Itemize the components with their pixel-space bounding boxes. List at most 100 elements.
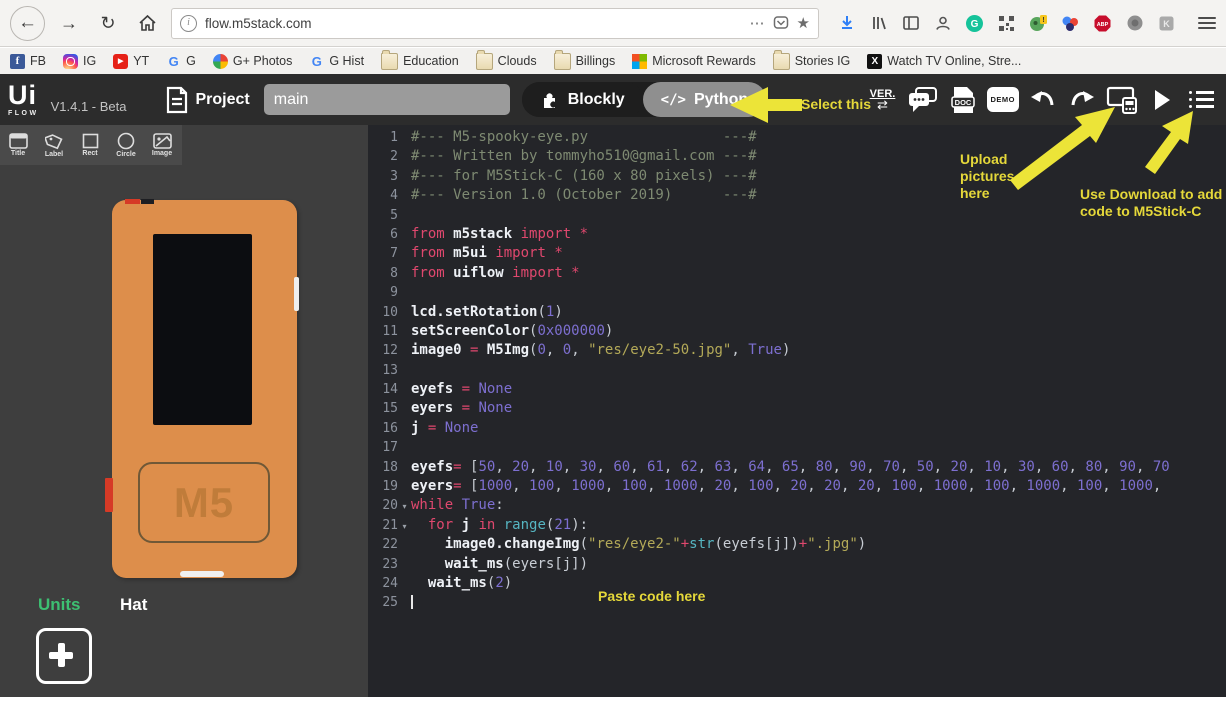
downloads-icon[interactable]	[836, 13, 857, 34]
folder-icon	[554, 53, 571, 70]
url-bar[interactable]: i flow.m5stack.com ⋯ ★	[171, 8, 819, 39]
line-number: 4	[372, 186, 398, 205]
code-line-15[interactable]: 15eyers = None	[372, 399, 1226, 418]
bookmark-education[interactable]: Education	[381, 53, 459, 70]
code-line-14[interactable]: 14eyefs = None	[372, 380, 1226, 399]
sidebar-icon[interactable]	[900, 13, 921, 34]
code-line-12[interactable]: 12image0 = M5Img(0, 0, "res/eye2-50.jpg"…	[372, 341, 1226, 360]
extension-dots-icon[interactable]	[1060, 13, 1081, 34]
device-port	[180, 571, 224, 577]
fold-marker[interactable]: ▾	[398, 497, 411, 516]
version-arrows-icon: ⇄	[877, 100, 888, 110]
device-m5-button: M5	[138, 462, 270, 543]
code-text: image0 = M5Img(0, 0, "res/eye2-50.jpg", …	[411, 341, 790, 360]
gray-circle-extension-icon[interactable]	[1124, 13, 1145, 34]
code-text: wait_ms(eyers[j])	[411, 555, 588, 574]
bookmark-g[interactable]: GG	[166, 54, 196, 69]
bookmark-star-icon[interactable]: ★	[797, 14, 810, 32]
code-text: #--- Version 1.0 (October 2019) ---#	[411, 186, 757, 205]
code-line-11[interactable]: 11setScreenColor(0x000000)	[372, 322, 1226, 341]
line-number: 25	[372, 593, 398, 612]
code-line-18[interactable]: 18eyefs= [50, 20, 10, 30, 60, 61, 62, 63…	[372, 458, 1226, 477]
device-screen	[153, 234, 252, 425]
fold-marker[interactable]: ▾	[398, 517, 411, 536]
tab-units[interactable]: Units	[38, 595, 81, 615]
code-line-21[interactable]: 21▾ for j in range(21):	[372, 516, 1226, 535]
title-icon	[9, 133, 28, 149]
tool-rect[interactable]: Rect	[72, 125, 108, 165]
code-text: lcd.setRotation(1)	[411, 303, 563, 322]
bookmark-ig[interactable]: IG	[63, 54, 96, 69]
code-line-25[interactable]: 25	[372, 593, 1226, 612]
browser-toolbar: ← → ↻ i flow.m5stack.com ⋯ ★ G ! ABP K	[0, 0, 1226, 47]
code-text: from m5ui import *	[411, 244, 563, 263]
code-line-7[interactable]: 7 from m5ui import *	[372, 244, 1226, 263]
code-text: #--- M5-spooky-eye.py ---#	[411, 128, 757, 147]
tool-title[interactable]: Title	[0, 125, 36, 165]
logo-text: Ui	[8, 82, 39, 109]
download-code-annotation: Use Download to add code to M5Stick-C	[1080, 186, 1222, 220]
forward-button[interactable]: →	[54, 8, 84, 38]
browser-menu-icon[interactable]	[1198, 17, 1216, 29]
version-switch-button[interactable]: VER. ⇄	[868, 82, 898, 118]
bookmark-label: Billings	[576, 54, 616, 68]
line-number: 23	[372, 555, 398, 574]
extension-badge-icon[interactable]: !	[1028, 13, 1049, 34]
bookmark-g-photos[interactable]: G+ Photos	[213, 54, 292, 69]
bookmark-label: G+ Photos	[233, 54, 292, 68]
line-number: 9	[372, 283, 398, 302]
bookmark-clouds[interactable]: Clouds	[476, 53, 537, 70]
bookmark-stories-ig[interactable]: Stories IG	[773, 53, 851, 70]
code-line-10[interactable]: 10lcd.setRotation(1)	[372, 303, 1226, 322]
home-button[interactable]	[132, 8, 162, 38]
rect-icon	[82, 133, 99, 149]
project-name-input[interactable]	[264, 84, 510, 115]
feedback-button[interactable]	[907, 82, 939, 118]
code-line-23[interactable]: 23 wait_ms(eyers[j])	[372, 555, 1226, 574]
bookmark-microsoft-rewards[interactable]: Microsoft Rewards	[632, 54, 756, 69]
project-button[interactable]: Project	[165, 86, 250, 114]
page-actions-icon[interactable]: ⋯	[750, 14, 765, 32]
folder-icon	[773, 53, 790, 70]
url-text[interactable]: flow.m5stack.com	[205, 16, 742, 31]
reload-button[interactable]: ↻	[93, 8, 123, 38]
line-number: 7	[372, 244, 398, 263]
code-line-13[interactable]: 13	[372, 361, 1226, 380]
code-line-20[interactable]: 20▾while True:	[372, 496, 1226, 515]
bookmark-yt[interactable]: ▶YT	[113, 54, 149, 69]
bookmark-watch-tv-online-stre-[interactable]: XWatch TV Online, Stre...	[867, 54, 1021, 69]
bookmark-g-hist[interactable]: GG Hist	[309, 54, 364, 69]
doc-button[interactable]: DOC	[948, 82, 978, 118]
tool-image[interactable]: Image	[144, 125, 180, 165]
paste-code-annotation: Paste code here	[598, 588, 705, 605]
code-line-6[interactable]: 6from m5stack import *	[372, 225, 1226, 244]
logo-subtext: FLOW	[8, 110, 39, 117]
code-line-16[interactable]: 16j = None	[372, 419, 1226, 438]
facebook-icon: f	[10, 54, 25, 69]
code-line-22[interactable]: 22 image0.changeImg("res/eye2-"+str(eyef…	[372, 535, 1226, 554]
tool-label[interactable]: Label	[36, 125, 72, 165]
adblock-icon[interactable]: ABP	[1092, 13, 1113, 34]
bookmark-billings[interactable]: Billings	[554, 53, 616, 70]
back-button[interactable]: ←	[10, 6, 45, 41]
line-number: 22	[372, 535, 398, 554]
add-unit-button[interactable]	[36, 628, 92, 684]
library-icon[interactable]	[868, 13, 889, 34]
tab-hat[interactable]: Hat	[120, 595, 147, 615]
account-icon[interactable]	[932, 13, 953, 34]
code-line-19[interactable]: 19eyers= [1000, 100, 1000, 100, 1000, 20…	[372, 477, 1226, 496]
site-info-icon[interactable]: i	[180, 15, 197, 32]
gray-square-extension-icon[interactable]: K	[1156, 13, 1177, 34]
code-line-24[interactable]: 24 wait_ms(2)	[372, 574, 1226, 593]
svg-text:G: G	[971, 19, 979, 30]
tool-circle[interactable]: Circle	[108, 125, 144, 165]
code-line-17[interactable]: 17	[372, 438, 1226, 457]
code-line-9[interactable]: 9	[372, 283, 1226, 302]
qr-extension-icon[interactable]	[996, 13, 1017, 34]
bookmark-fb[interactable]: fFB	[10, 54, 46, 69]
project-doc-icon	[165, 86, 189, 114]
grammarly-icon[interactable]: G	[964, 13, 985, 34]
tab-blockly[interactable]: Blockly	[522, 82, 643, 117]
pocket-icon[interactable]	[773, 15, 789, 31]
code-line-8[interactable]: 8from uiflow import *	[372, 264, 1226, 283]
